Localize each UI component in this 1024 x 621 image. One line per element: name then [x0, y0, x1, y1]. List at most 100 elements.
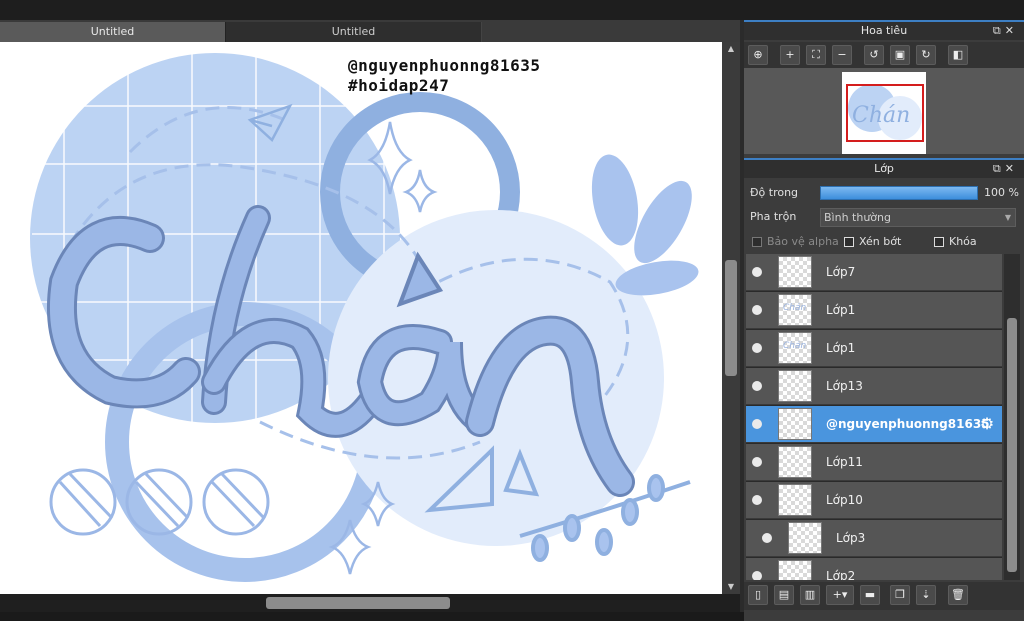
layer-thumbnail	[778, 560, 812, 580]
gear-icon[interactable]: ⚙	[978, 415, 996, 433]
folder-icon[interactable]: ▬	[860, 585, 880, 605]
layer-thumbnail	[788, 522, 822, 554]
visibility-eye-icon[interactable]	[752, 267, 762, 277]
close-icon[interactable]: ✕	[1005, 24, 1018, 37]
drawing-canvas[interactable]: @nguyenphuonng81635 #hoidap247	[0, 42, 722, 594]
layer-row[interactable]: Lớp10	[746, 482, 1002, 519]
blend-mode-value: Bình thường	[824, 211, 891, 224]
layer-thumbnail	[778, 446, 812, 478]
new-layer-copy-icon[interactable]: ▤	[774, 585, 794, 605]
layer-thumbnail-text: Chán	[783, 341, 807, 351]
layer-thumbnail	[778, 484, 812, 516]
visibility-eye-icon[interactable]	[752, 571, 762, 580]
layer-name: Lớp1	[826, 303, 856, 317]
layer-name: Lớp7	[826, 265, 856, 279]
canvas-vertical-scrollbar[interactable]: ▲ ▼	[722, 42, 740, 594]
actual-size-icon[interactable]: ▣	[890, 45, 910, 65]
layer-name: @nguyenphuonng81635	[826, 417, 990, 431]
visibility-eye-icon[interactable]	[752, 343, 762, 353]
opacity-label: Độ trong	[750, 186, 799, 199]
navigator-thumbnail[interactable]: Chán	[842, 72, 926, 154]
artwork	[30, 52, 699, 582]
close-icon[interactable]: ✕	[1005, 162, 1018, 175]
checkbox-box	[752, 236, 762, 247]
scroll-down-icon[interactable]: ▼	[726, 582, 736, 592]
layer-name: Lớp1	[826, 341, 856, 355]
fit-screen-icon[interactable]: ⛶	[806, 45, 826, 65]
visibility-eye-icon[interactable]	[752, 305, 762, 315]
popout-icon[interactable]: ⧉	[993, 24, 1005, 37]
layer-name: Lớp2	[826, 569, 856, 580]
layer-settings-icon[interactable]: ▥	[800, 585, 820, 605]
layer-scroll-thumb[interactable]	[1007, 318, 1017, 572]
blend-label: Pha trộn	[750, 210, 797, 223]
duplicate-icon[interactable]: ❐	[890, 585, 910, 605]
delete-layer-icon[interactable]: 🗑	[948, 585, 968, 605]
layer-panel: Lớp ⧉✕ Độ trong 100 % Pha trộn Bình thườ…	[744, 158, 1024, 621]
clipping-checkbox[interactable]: Xén bớt	[844, 235, 901, 248]
navigator-toolbar: ⊕ + ⛶ − ↺ ▣ ↻ ◧	[744, 42, 1024, 68]
rotate-left-icon[interactable]: ↺	[864, 45, 884, 65]
tab-document-1[interactable]: Untitled	[0, 22, 226, 42]
tab-document-2[interactable]: Untitled	[226, 22, 482, 42]
layer-list-scrollbar[interactable]	[1004, 254, 1020, 580]
title-bar	[0, 0, 1024, 20]
layer-row[interactable]: Chán Lớp1	[746, 330, 1002, 367]
visibility-eye-icon[interactable]	[752, 381, 762, 391]
layer-row[interactable]: Lớp7	[746, 254, 1002, 291]
zoom-in-icon[interactable]: +	[780, 45, 800, 65]
layer-row[interactable]: Lớp13	[746, 368, 1002, 405]
clipping-label: Xén bớt	[859, 235, 902, 248]
visibility-eye-icon[interactable]	[752, 419, 762, 429]
flip-icon[interactable]: ◧	[948, 45, 968, 65]
layer-row[interactable]: Lớp2	[746, 558, 1002, 580]
right-panel: Hoa tiêu ⧉✕ ⊕ + ⛶ − ↺ ▣ ↻ ◧ Chán Lớp ⧉✕ …	[744, 20, 1024, 621]
layer-row[interactable]: @nguyenphuonng81635 ⚙	[746, 406, 1002, 443]
opacity-value: 100 %	[984, 186, 1019, 199]
zoom-fit-icon[interactable]: ⊕	[748, 45, 768, 65]
horizontal-scroll-thumb[interactable]	[266, 597, 450, 609]
opacity-slider[interactable]	[820, 186, 978, 200]
layer-panel-header: Lớp ⧉✕	[744, 158, 1024, 178]
lock-checkbox[interactable]: Khóa	[934, 235, 977, 248]
watermark-hashtag: #hoidap247	[348, 76, 450, 95]
layer-row[interactable]: Lớp11	[746, 444, 1002, 481]
opacity-row: Độ trong 100 %	[744, 182, 1024, 204]
merge-icon[interactable]: ⇣	[916, 585, 936, 605]
vertical-scroll-thumb[interactable]	[725, 260, 737, 376]
document-tabs: Untitled Untitled	[0, 20, 740, 42]
layer-row[interactable]: Lớp3	[746, 520, 1002, 557]
layer-thumbnail	[778, 256, 812, 288]
canvas-horizontal-scrollbar[interactable]	[0, 594, 740, 612]
lock-label: Khóa	[949, 235, 977, 248]
visibility-eye-icon[interactable]	[752, 495, 762, 505]
rotate-right-icon[interactable]: ↻	[916, 45, 936, 65]
layer-row[interactable]: Chán Lớp1	[746, 292, 1002, 329]
layer-thumbnail: Chán	[778, 294, 812, 326]
blend-row: Pha trộn Bình thường ▼	[744, 206, 1024, 228]
layer-thumbnail-text: Chán	[783, 303, 807, 313]
new-layer-icon[interactable]: ▯	[748, 585, 768, 605]
navigator-header: Hoa tiêu ⧉✕	[744, 20, 1024, 40]
checkbox-box	[934, 236, 944, 247]
chevron-down-icon: ▼	[1004, 213, 1011, 222]
zoom-out-icon[interactable]: −	[832, 45, 852, 65]
visibility-eye-icon[interactable]	[752, 457, 762, 467]
layer-panel-title: Lớp	[874, 162, 894, 175]
navigator-viewport-frame[interactable]	[846, 84, 924, 142]
app-window: Untitled Untitled @nguyenphuonng81635 #h…	[0, 0, 1024, 621]
layer-name: Lớp10	[826, 493, 863, 507]
panel-controls: ⧉✕	[993, 22, 1018, 40]
visibility-eye-icon[interactable]	[762, 533, 772, 543]
navigator-title: Hoa tiêu	[860, 24, 908, 37]
layer-name: Lớp3	[836, 531, 866, 545]
scroll-up-icon[interactable]: ▲	[726, 44, 736, 54]
add-layer-menu-icon[interactable]: +▾	[826, 585, 854, 605]
layer-thumbnail: Chán	[778, 332, 812, 364]
watermark-username: @nguyenphuonng81635	[348, 56, 541, 75]
navigator-view[interactable]: Chán	[744, 68, 1024, 154]
layer-list: Lớp7 Chán Lớp1 Chán Lớp1 Lớp13 @nguyenphuonng8…	[746, 254, 1002, 580]
blend-mode-select[interactable]: Bình thường ▼	[820, 208, 1016, 227]
protect-alpha-checkbox[interactable]: Bảo vệ alpha	[752, 235, 839, 248]
popout-icon[interactable]: ⧉	[993, 162, 1005, 175]
